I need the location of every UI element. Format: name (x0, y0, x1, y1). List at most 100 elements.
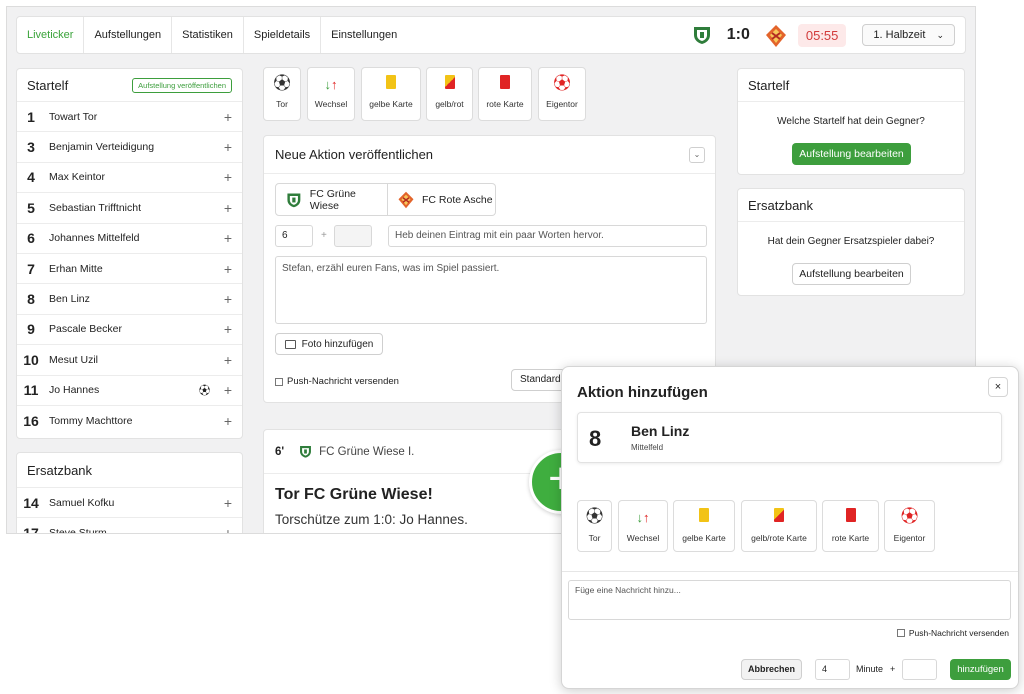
selected-player-name: Ben Linz (631, 423, 690, 439)
player-name: Benjamin Verteidigung (49, 141, 155, 154)
player-row[interactable]: 4 Max Keintor + (17, 161, 242, 192)
player-number: 9 (27, 321, 35, 338)
headline-input[interactable]: Heb deinen Eintrag mit ein paar Worten h… (388, 225, 707, 247)
tab-statistiken[interactable]: Statistiken (172, 17, 244, 53)
action-label: Eigentor (546, 99, 578, 109)
add-action-plus-icon[interactable]: + (224, 413, 232, 429)
image-icon (284, 339, 296, 349)
team-select-home[interactable]: FC Grüne Wiese (275, 183, 388, 216)
player-row[interactable]: 5 Sebastian Trifftnicht + (17, 192, 242, 222)
goal-ball-icon: ⚽︎ (199, 385, 210, 398)
push-label: Push-Nachricht versenden (287, 376, 399, 387)
modal-action-own-goal-button[interactable]: ⚽︎ Eigentor (884, 500, 935, 552)
modal-message-textarea[interactable]: Füge eine Nachricht hinzu... (568, 580, 1011, 620)
add-action-plus-icon[interactable]: + (224, 109, 232, 125)
player-name: Tommy Machttore (49, 414, 133, 427)
modal-action-red-card-button[interactable]: rote Karte (822, 500, 879, 552)
collapse-toggle[interactable]: ⌄ (689, 147, 705, 163)
add-action-plus-icon[interactable]: + (224, 139, 232, 155)
player-name: Mesut Uzil (49, 353, 99, 366)
action-own-goal-button[interactable]: ⚽︎ Eigentor (538, 67, 586, 121)
extra-minute-input[interactable] (334, 225, 372, 247)
checkbox-box[interactable] (275, 377, 283, 386)
add-action-plus-icon[interactable]: + (224, 321, 232, 337)
add-action-plus-icon[interactable]: + (224, 169, 232, 185)
add-action-plus-icon[interactable]: + (224, 525, 232, 533)
modal-action-goal-button[interactable]: ⚽︎ Tor (577, 500, 612, 552)
player-name: Johannes Mittelfeld (49, 232, 140, 245)
top-navigation: Liveticker Aufstellungen Statistiken Spi… (16, 16, 966, 54)
half-select-label: 1. Halbzeit (873, 29, 926, 41)
publish-lineup-button[interactable]: Aufstellung veröffentlichen (132, 77, 232, 93)
tab-liveticker[interactable]: Liveticker (17, 17, 85, 53)
opponent-startelf-question: Welche Startelf hat dein Gegner? (777, 116, 925, 127)
add-action-plus-icon[interactable]: + (224, 230, 232, 246)
add-action-plus-icon[interactable]: + (224, 382, 232, 398)
modal-extra-minute-input[interactable] (902, 659, 937, 680)
feed-team: FC Grüne Wiese I. (319, 445, 415, 458)
player-row[interactable]: 7 Erhan Mitte + (17, 252, 242, 283)
edit-opponent-bench-button[interactable]: Aufstellung bearbeiten (792, 263, 911, 285)
opponent-startelf-title: Startelf (748, 77, 790, 93)
red-card-icon (823, 507, 878, 527)
minute-input[interactable]: 6 (275, 225, 313, 247)
player-number: 10 (23, 351, 39, 368)
player-name: Sebastian Trifftnicht (49, 201, 142, 214)
modal-close-button[interactable]: × (988, 377, 1008, 397)
bench-card: Ersatzbank 14 Samuel Kofku +17 Steve Sturm + (16, 452, 243, 533)
selected-player-card: 8 Ben Linz Mittelfeld (577, 412, 1002, 463)
add-photo-button[interactable]: Foto hinzufügen (275, 333, 383, 355)
player-name: Towart Tor (49, 110, 98, 123)
modal-minute-input[interactable]: 4 (815, 659, 850, 680)
player-row[interactable]: 6 Johannes Mittelfeld + (17, 222, 242, 253)
football-icon: ⚽︎ (586, 507, 603, 526)
plus-separator: + (321, 230, 327, 241)
bench-title: Ersatzbank (27, 462, 93, 478)
own-goal-icon: ⚽︎ (553, 74, 571, 93)
add-action-plus-icon[interactable]: + (224, 495, 232, 511)
player-row[interactable]: 10 Mesut Uzil + (17, 344, 242, 374)
tab-aufstellungen[interactable]: Aufstellungen (84, 17, 173, 53)
modal-cancel-button[interactable]: Abbrechen (741, 659, 802, 680)
player-number: 1 (27, 108, 35, 125)
modal-action-substitution-button[interactable]: ↓↑ Wechsel (618, 500, 668, 552)
chevron-down-icon: ⌄ (936, 30, 944, 40)
player-row[interactable]: 1 Towart Tor + (17, 101, 242, 131)
team-select-away[interactable]: FC Rote Asche (388, 183, 496, 216)
tab-einstellungen[interactable]: Einstellungen (321, 17, 407, 53)
half-select[interactable]: 1. Halbzeit ⌄ (862, 24, 955, 46)
player-row[interactable]: 11 Jo Hannes ⚽︎ + (17, 374, 242, 405)
player-row[interactable]: 17 Steve Sturm + (17, 517, 242, 533)
add-photo-label: Foto hinzufügen (301, 338, 374, 350)
away-team-name: FC Rote Asche (422, 193, 493, 206)
modal-action-yellow-card-button[interactable]: gelbe Karte (673, 500, 735, 552)
add-action-plus-icon[interactable]: + (224, 352, 232, 368)
message-textarea[interactable]: Stefan, erzähl euren Fans, was im Spiel … (275, 256, 707, 324)
player-row[interactable]: 3 Benjamin Verteidigung + (17, 131, 242, 161)
player-row[interactable]: 8 Ben Linz + (17, 283, 242, 313)
away-team-crest-icon (398, 191, 414, 208)
add-action-plus-icon[interactable]: + (224, 200, 232, 216)
player-row[interactable]: 14 Samuel Kofku + (17, 487, 242, 517)
modal-push-checkbox[interactable]: Push-Nachricht versenden (896, 628, 1009, 638)
action-goal-button[interactable]: ⚽︎ Tor (263, 67, 301, 121)
yellow-card-icon (674, 507, 734, 527)
modal-submit-button[interactable]: hinzufügen (950, 659, 1011, 680)
add-action-plus-icon[interactable]: + (224, 291, 232, 307)
checkbox-box[interactable] (896, 629, 905, 637)
modal-minute-label: Minute (856, 664, 884, 674)
action-substitution-button[interactable]: ↓↑ Wechsel (307, 67, 355, 121)
edit-opponent-lineup-button[interactable]: Aufstellung bearbeiten (792, 143, 911, 165)
push-notification-checkbox[interactable]: Push-Nachricht versenden (275, 376, 399, 387)
action-yellow-card-button[interactable]: gelbe Karte (361, 67, 421, 121)
opponent-startelf-card: Startelf Welche Startelf hat dein Gegner… (737, 68, 965, 175)
action-yellow-red-button[interactable]: gelb/rot (426, 67, 473, 121)
player-name: Jo Hannes (49, 384, 100, 397)
player-row[interactable]: 16 Tommy Machttore + (17, 404, 242, 435)
player-row[interactable]: 9 Pascale Becker + (17, 313, 242, 344)
action-red-card-button[interactable]: rote Karte (478, 67, 532, 121)
player-name: Samuel Kofku (49, 496, 115, 509)
modal-action-yellow-red-button[interactable]: gelb/rote Karte (741, 500, 817, 552)
add-action-plus-icon[interactable]: + (224, 261, 232, 277)
tab-spieldetails[interactable]: Spieldetails (244, 17, 322, 53)
